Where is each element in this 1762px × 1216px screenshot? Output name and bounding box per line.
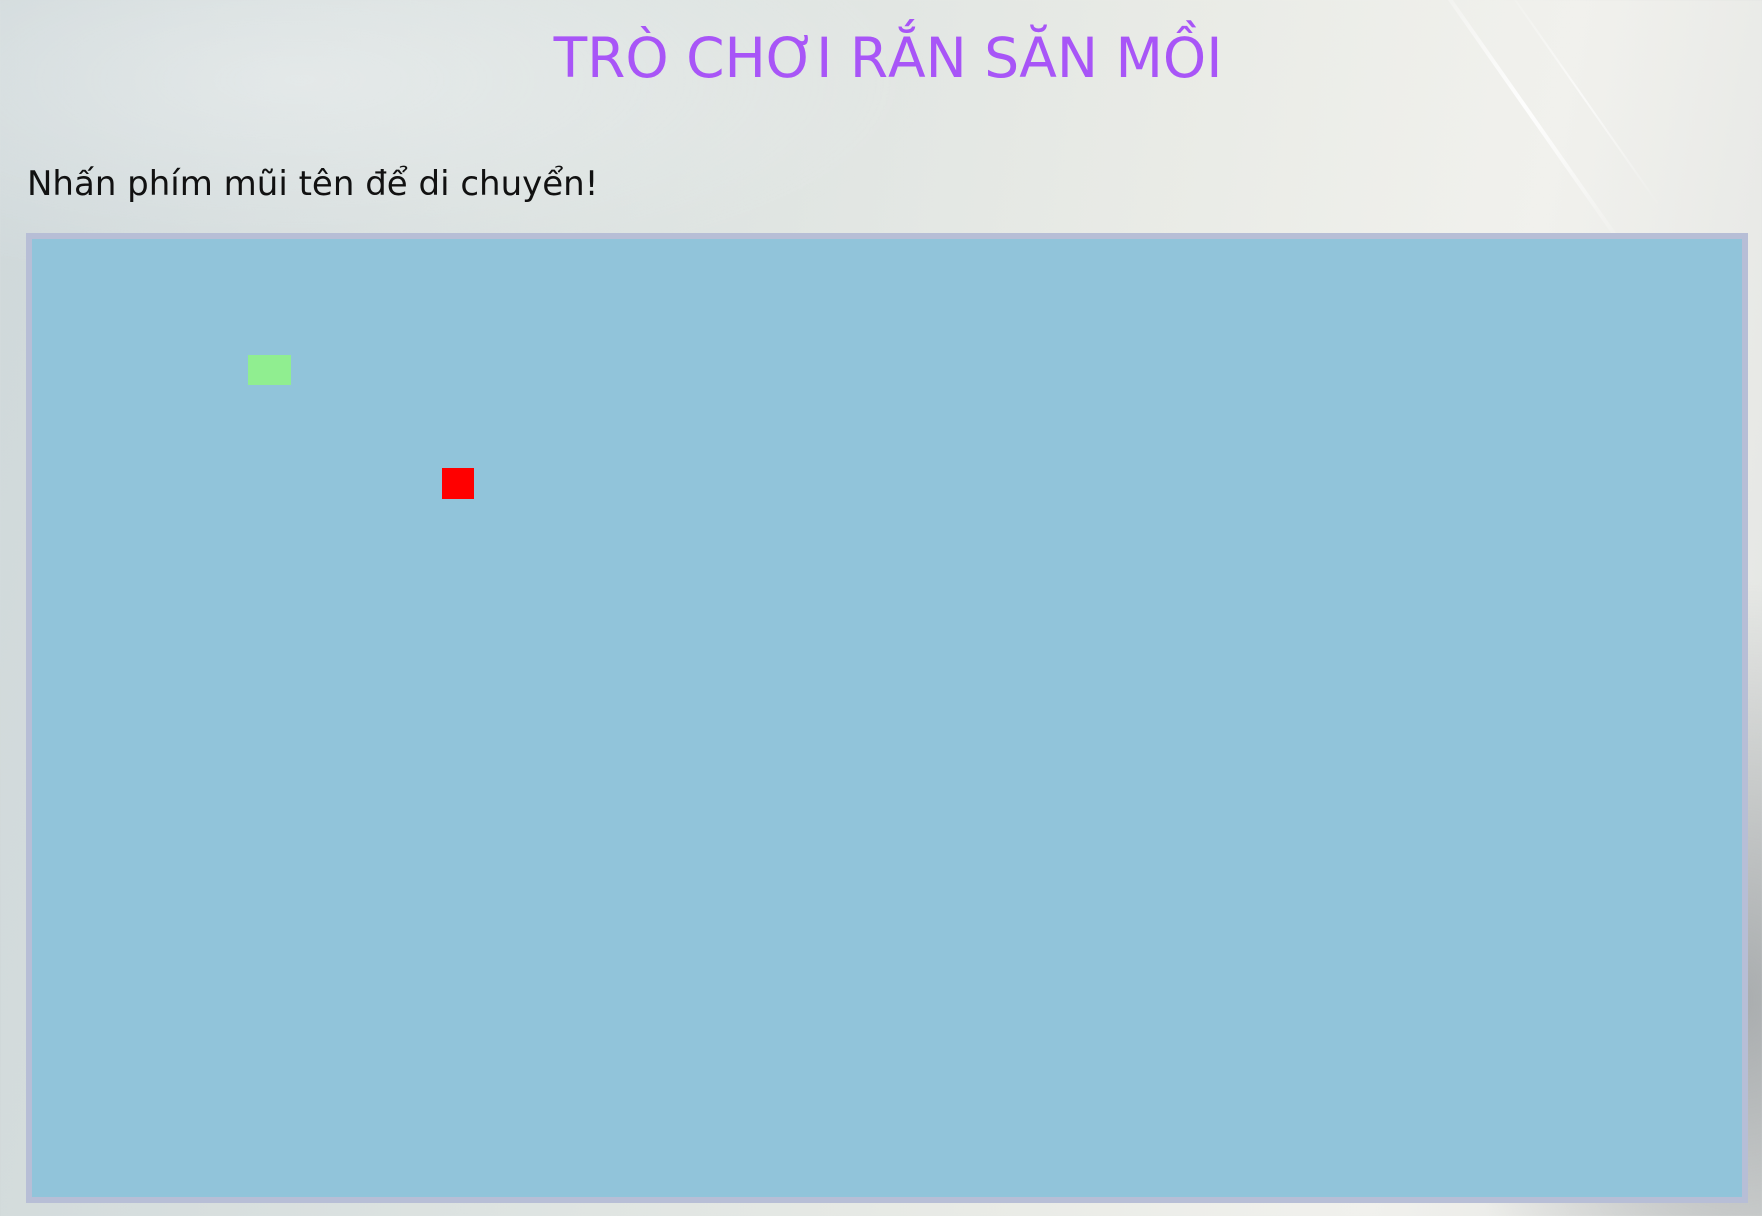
food-item — [442, 468, 474, 499]
game-canvas[interactable] — [32, 239, 1742, 1197]
game-board[interactable] — [26, 233, 1748, 1203]
instructions-text: Nhấn phím mũi tên để di chuyển! — [27, 164, 599, 204]
page-title: TRÒ CHƠI RẮN SĂN MỒI — [553, 26, 1223, 90]
snake-segment — [248, 355, 291, 385]
